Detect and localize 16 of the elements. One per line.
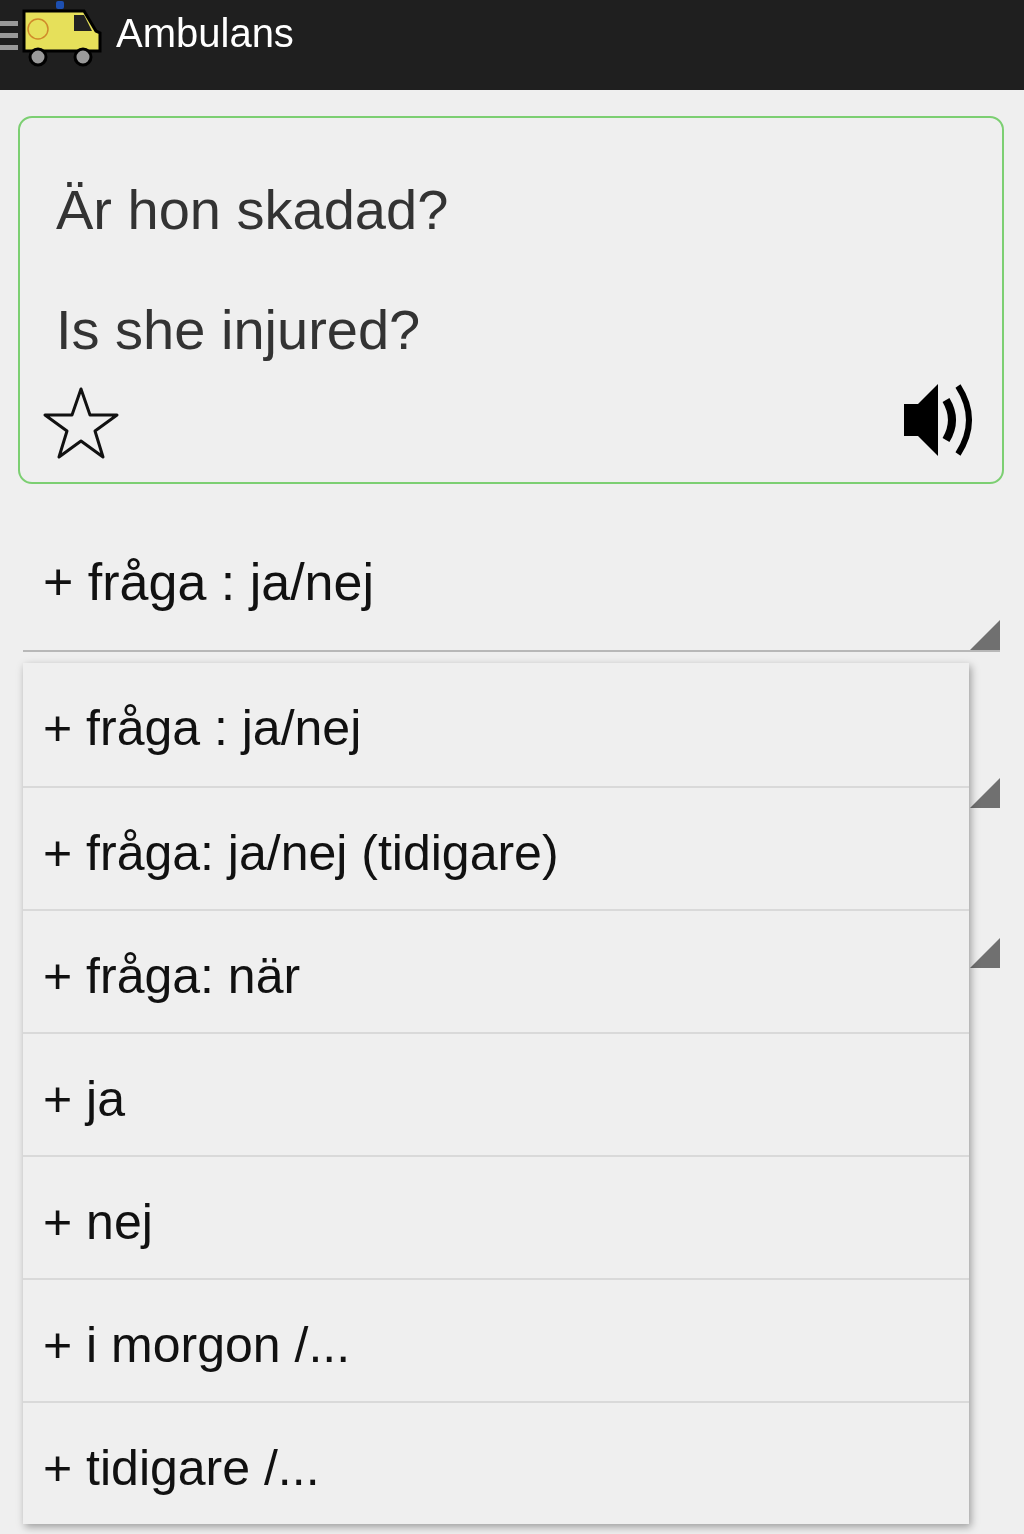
dropdown-option[interactable]: + nej	[23, 1155, 969, 1278]
spinner-value[interactable]: + fråga : ja/nej	[43, 552, 374, 612]
dropdown-option[interactable]: + fråga : ja/nej	[23, 663, 969, 786]
dropdown-option[interactable]: + tidigare /...	[23, 1401, 969, 1524]
dropdown-option[interactable]: + i morgon /...	[23, 1278, 969, 1401]
english-phrase: Is she injured?	[56, 298, 421, 362]
app-title: Ambulans	[116, 10, 294, 56]
dropdown-corner-icon[interactable]	[970, 778, 1000, 808]
swedish-phrase: Är hon skadad?	[56, 178, 449, 242]
dropdown-option[interactable]: + fråga: när	[23, 909, 969, 1032]
dropdown-option[interactable]: + ja	[23, 1032, 969, 1155]
dropdown-option[interactable]: + fråga: ja/nej (tidigare)	[23, 786, 969, 909]
menu-icon[interactable]	[0, 19, 20, 53]
dropdown-corner-icon[interactable]	[970, 938, 1000, 968]
dropdown-corner-icon[interactable]	[970, 620, 1000, 650]
star-icon[interactable]	[42, 386, 120, 460]
